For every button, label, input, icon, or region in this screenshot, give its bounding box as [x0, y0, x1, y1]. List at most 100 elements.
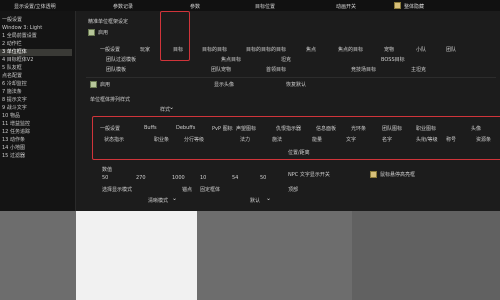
tab[interactable]: 团队模板: [106, 66, 126, 73]
grid-item[interactable]: 光环条: [351, 125, 366, 132]
tab[interactable]: 焦点: [306, 46, 316, 53]
fix-label: 固定框体: [200, 187, 221, 193]
tab[interactable]: 小队: [416, 46, 426, 53]
grid-item[interactable]: 声望图标: [236, 125, 256, 132]
topbar-checkbox[interactable]: [394, 2, 401, 9]
sidebar-item[interactable]: 11 增益监控: [2, 121, 30, 128]
position-label: 位置/距离: [288, 150, 310, 156]
tab[interactable]: 首领目标: [266, 66, 286, 73]
value-field[interactable]: 50: [260, 175, 266, 181]
enable-label: 启用: [98, 30, 109, 36]
grid-item[interactable]: 头像: [471, 125, 481, 132]
tab[interactable]: 目标的目标: [202, 46, 227, 53]
value-field[interactable]: 270: [136, 175, 146, 181]
bottom-right-panel: [352, 211, 500, 300]
sidebar: 一般设置 Window 3: Light 1 全局前置设置 2 动作栏 3 单位…: [0, 11, 76, 211]
chevron-down-icon[interactable]: ⌄: [172, 195, 177, 202]
sidebar-item[interactable]: 8 提示文字: [2, 97, 27, 104]
tab[interactable]: 团队宠物: [211, 66, 231, 73]
sidebar-item[interactable]: 13 动作条: [2, 137, 25, 144]
sidebar-item[interactable]: 一般设置: [2, 17, 22, 24]
value-field[interactable]: 1000: [172, 175, 185, 181]
restore-default-label[interactable]: 恢复默认: [286, 81, 306, 88]
tab[interactable]: 焦点目标: [221, 56, 241, 63]
grid-item[interactable]: 仇恨指示器: [276, 125, 301, 132]
sidebar-item[interactable]: 点名配置: [2, 73, 22, 80]
sidebar-item-selected[interactable]: 3 单位框体: [0, 49, 72, 56]
sidebar-item[interactable]: 4 目标框体V2: [2, 57, 33, 64]
grid-item[interactable]: PvP 图标: [212, 125, 233, 132]
grid-item[interactable]: 施法: [272, 136, 282, 143]
sidebar-item[interactable]: 14 小地图: [2, 145, 25, 152]
value-field[interactable]: 50: [102, 175, 108, 181]
grid-item[interactable]: 法力: [240, 136, 250, 143]
sidebar-item[interactable]: 5 队友框: [2, 65, 22, 72]
sidebar-item[interactable]: 2 动作栏: [2, 41, 22, 48]
sidebar-item[interactable]: Window 3: Light: [2, 25, 42, 32]
enable-checkbox[interactable]: [88, 29, 95, 36]
sidebar-item[interactable]: 15 过滤器: [2, 153, 25, 160]
enable-frame-label: 启用: [100, 82, 111, 88]
grid-item[interactable]: 分行等级: [184, 136, 204, 143]
highlight-target-tab: [160, 11, 190, 61]
fix-value[interactable]: 默认: [250, 197, 260, 204]
point-value: 顶部: [288, 187, 299, 193]
chevron-down-icon[interactable]: ⌄: [266, 195, 271, 202]
grid-item[interactable]: 状态指示: [104, 136, 124, 143]
bottom-area: [0, 211, 500, 300]
top-toolbar: 显示设置/立体透明 参数记录 参数 目标位置 动画开关 整体隐藏: [0, 0, 500, 11]
grid-item[interactable]: 称号: [446, 136, 456, 143]
grid-item[interactable]: 职业图标: [416, 125, 436, 132]
value-field[interactable]: 54: [232, 175, 238, 181]
topbar-item-4[interactable]: 动画开关: [336, 3, 356, 10]
sidebar-item[interactable]: 12 任务追踪: [2, 129, 30, 136]
value-field[interactable]: 10: [200, 175, 206, 181]
topbar-item-2[interactable]: 参数: [190, 3, 200, 10]
hover-highlight-label: 鼠标悬停高亮框: [380, 172, 416, 178]
tab[interactable]: BOSS目标: [381, 56, 405, 63]
tab[interactable]: 坦克: [281, 56, 291, 63]
grid-item[interactable]: 文字: [346, 136, 356, 143]
grid-item[interactable]: 一般设置: [100, 125, 120, 132]
select-label: 选择显示模式: [102, 187, 133, 193]
section-title: 精准单位框架设定: [88, 19, 129, 25]
layout-title: 单位框体排列样式: [90, 97, 131, 103]
chevron-down-icon[interactable]: ⌄: [169, 104, 174, 111]
tab[interactable]: 团队过滤模板: [106, 56, 136, 63]
tab[interactable]: 焦点的目标: [338, 46, 363, 53]
divider: [86, 77, 496, 78]
tab[interactable]: 竞技场目标: [351, 66, 376, 73]
grid-item[interactable]: 资源条: [476, 136, 491, 143]
sidebar-item[interactable]: 6 冷却监控: [2, 81, 27, 88]
sidebar-item[interactable]: 10 物品: [2, 113, 20, 120]
tab[interactable]: 目标的目标的目标: [246, 46, 286, 53]
enable-frame-checkbox[interactable]: [90, 81, 97, 88]
grid-item[interactable]: Buffs: [144, 125, 157, 131]
bottom-mid-panel: [197, 211, 352, 300]
grid-item[interactable]: 名字: [382, 136, 392, 143]
grid-item[interactable]: 团队图标: [382, 125, 402, 132]
sidebar-item[interactable]: 1 全局前置设置: [2, 33, 37, 40]
select-value[interactable]: 清晰模式: [148, 197, 168, 204]
sidebar-item[interactable]: 7 施法条: [2, 89, 22, 96]
tab[interactable]: 宠物: [384, 46, 394, 53]
topbar-item-5[interactable]: 整体隐藏: [404, 3, 424, 10]
main-panel: 精准单位框架设定 启用 一般设置 玩家 目标 目标的目标 目标的目标的目标 焦点…: [76, 11, 500, 211]
tab[interactable]: 一般设置: [100, 46, 120, 53]
grid-item[interactable]: 职业条: [154, 136, 169, 143]
grid-item[interactable]: 头衔/等级: [416, 136, 438, 143]
topbar-item-0[interactable]: 显示设置/立体透明: [14, 3, 56, 10]
tab[interactable]: 团队: [446, 46, 456, 53]
point-label: 锚点: [182, 187, 193, 193]
hover-highlight-checkbox[interactable]: [370, 171, 377, 178]
tab[interactable]: 玩家: [140, 46, 150, 53]
grid-item[interactable]: Debuffs: [176, 125, 195, 131]
sidebar-item[interactable]: 9 战斗文字: [2, 105, 27, 112]
grid-item[interactable]: 信息面板: [316, 125, 336, 132]
tab[interactable]: 主坦克: [411, 66, 426, 73]
grid-item[interactable]: 能量: [312, 136, 322, 143]
show-portrait-label[interactable]: 显示头像: [214, 81, 234, 88]
npc-toggle-label[interactable]: NPC 文字显示开关: [288, 171, 330, 178]
topbar-item-3[interactable]: 目标位置: [255, 3, 275, 10]
topbar-item-1[interactable]: 参数记录: [113, 3, 133, 10]
